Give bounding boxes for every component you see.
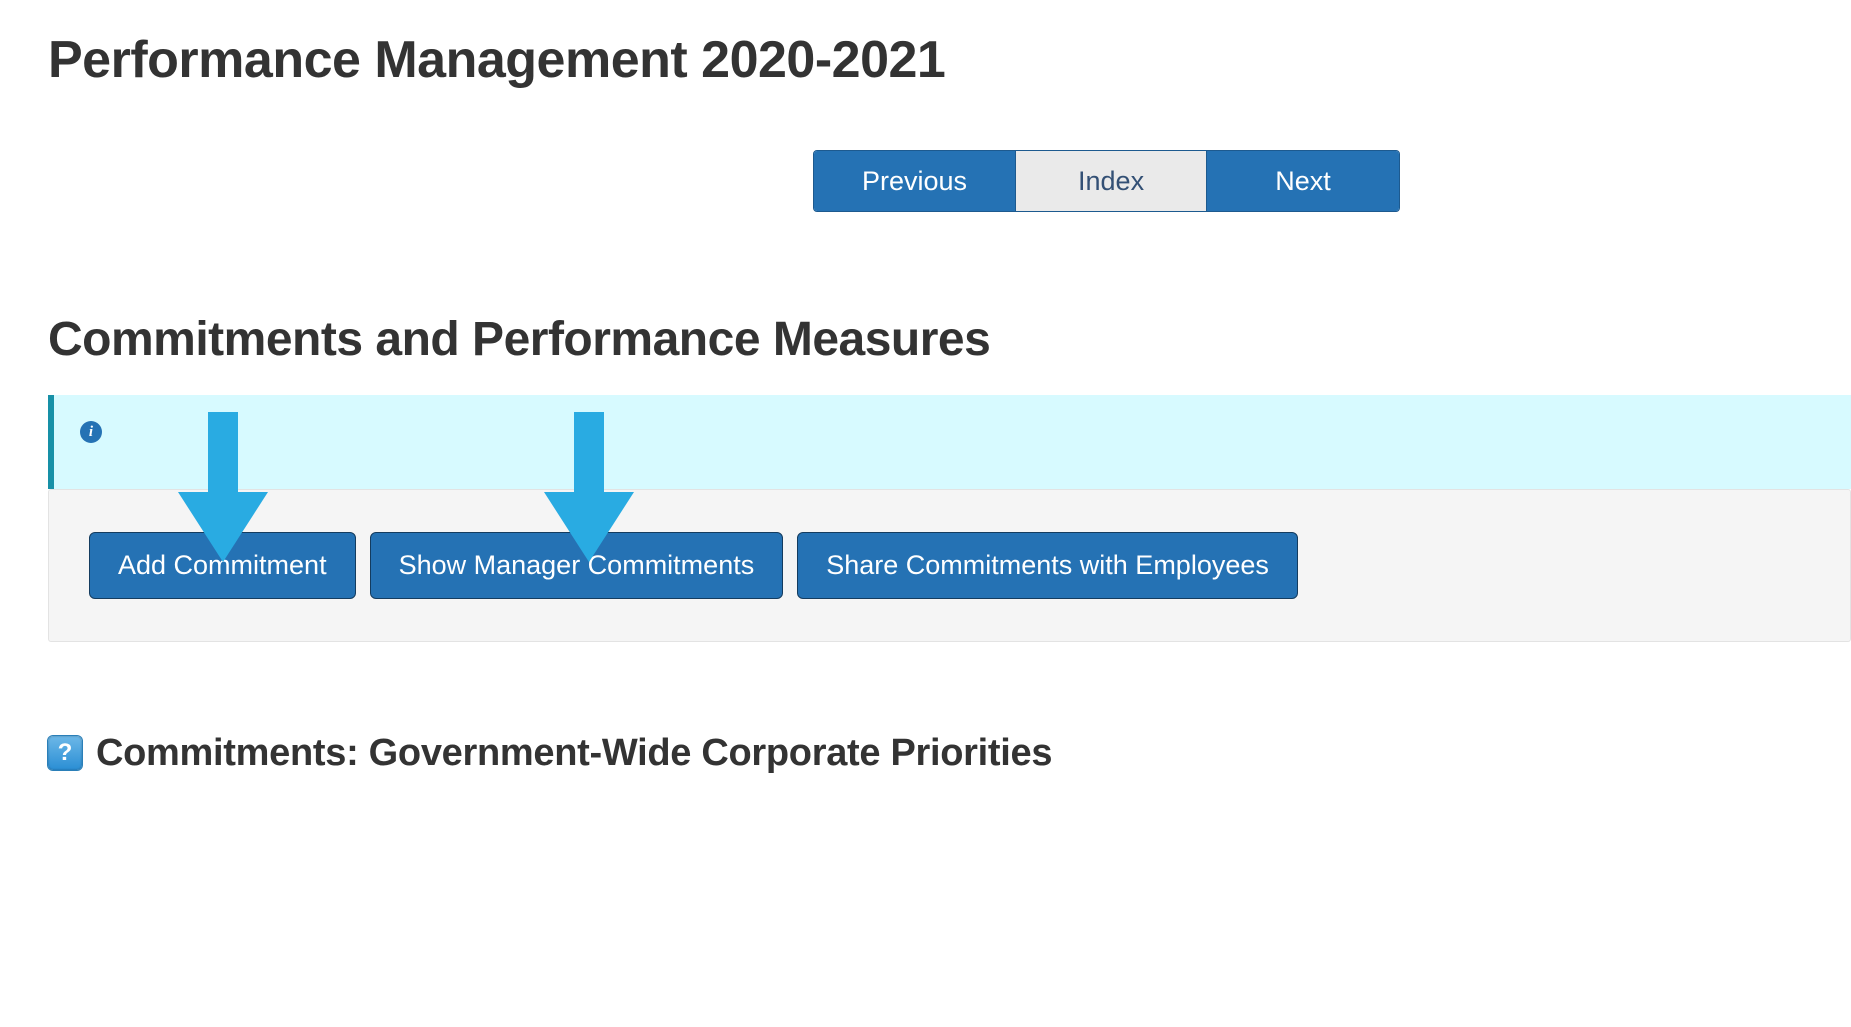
help-icon[interactable]: ? (48, 736, 82, 770)
index-button[interactable]: Index (1015, 151, 1207, 211)
previous-button[interactable]: Previous (814, 151, 1015, 211)
page-title: Performance Management 2020-2021 (48, 30, 1851, 90)
info-bar: i (48, 395, 1851, 489)
share-commitments-button[interactable]: Share Commitments with Employees (797, 532, 1298, 598)
section-title: Commitments and Performance Measures (48, 312, 1851, 367)
show-manager-commitments-button[interactable]: Show Manager Commitments (370, 532, 784, 598)
pager-nav: Previous Index Next (813, 150, 1851, 212)
add-commitment-button[interactable]: Add Commitment (89, 532, 356, 598)
commitment-buttons-panel: Add Commitment Show Manager Commitments … (48, 489, 1851, 641)
info-icon: i (80, 421, 102, 443)
subsection-header: ? Commitments: Government-Wide Corporate… (48, 732, 1851, 775)
pager: Previous Index Next (813, 150, 1400, 212)
subsection-title: Commitments: Government-Wide Corporate P… (96, 732, 1052, 775)
next-button[interactable]: Next (1207, 151, 1399, 211)
